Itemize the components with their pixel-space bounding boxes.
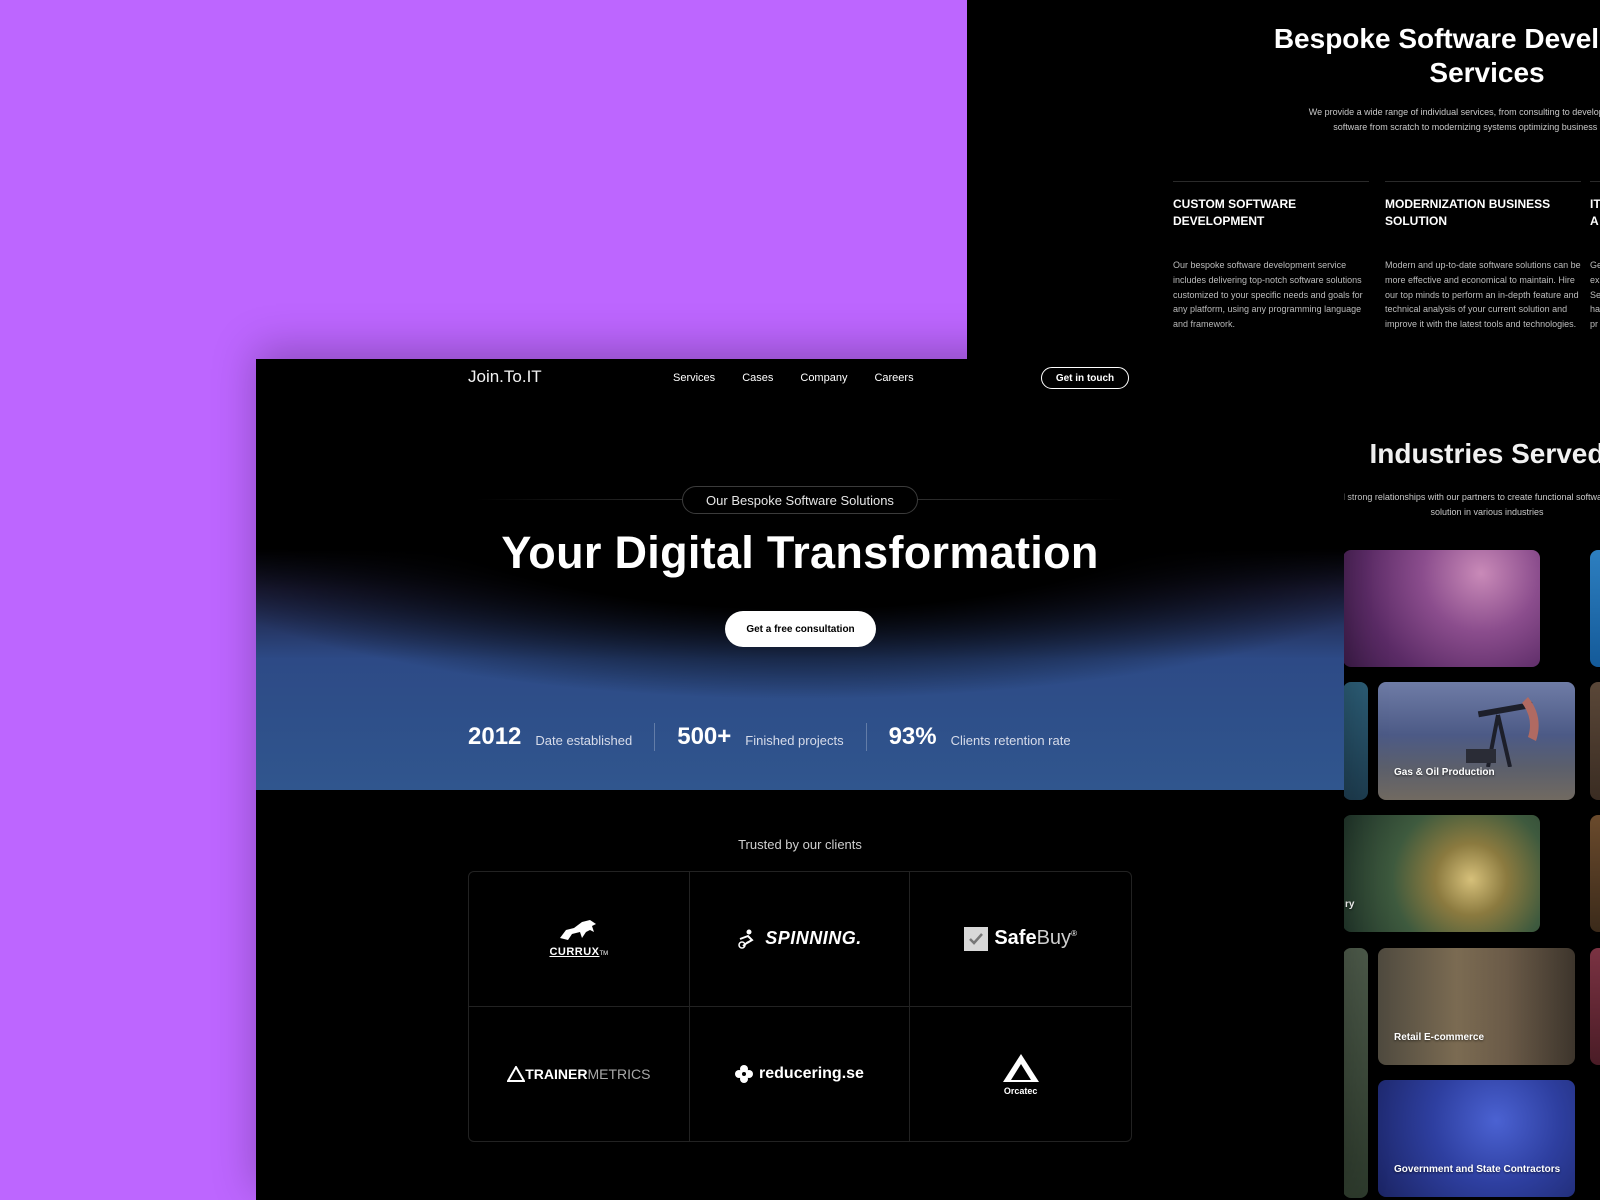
client-cell-currux: CURRUXTM	[469, 872, 690, 1007]
tile-label: ry	[1345, 899, 1355, 910]
clover-icon	[735, 1064, 754, 1083]
metrics-wordmark: METRICS	[587, 1065, 651, 1082]
industry-tile-government[interactable]: Government and State Contractors	[1378, 1080, 1575, 1197]
trainer-wordmark: TRAINER	[525, 1065, 588, 1082]
orcatec-logo: Orcatec	[1001, 1052, 1041, 1096]
trademark: TM	[599, 950, 609, 957]
client-logo-grid: CURRUXTM SPINNING. Safe Buy ® TRAINERMET…	[468, 871, 1132, 1142]
triangle-icon	[507, 1065, 526, 1082]
nav-links: Services Cases Company Careers	[673, 372, 914, 384]
free-consultation-button[interactable]: Get a free consultation	[725, 611, 876, 647]
service-title: Custom Software Development	[1173, 197, 1297, 228]
reducering-logo: reducering.se	[735, 1064, 864, 1083]
service-text: Modern and up-to-date software solutions…	[1385, 260, 1581, 330]
stat-value: 93%	[888, 723, 937, 750]
homepage-preview: Join.To.IT Services Cases Company Career…	[256, 359, 1344, 1200]
client-cell-spinning: SPINNING.	[689, 872, 911, 1007]
stat-value: 2012	[468, 723, 522, 750]
client-cell-trainermetrics: TRAINERMETRICS	[469, 1006, 690, 1141]
nav-link-cases[interactable]: Cases	[742, 372, 773, 384]
horse-icon	[559, 919, 596, 940]
industry-tile-hospitality[interactable]	[1343, 550, 1540, 667]
safebuy-logo: Safe Buy ®	[964, 926, 1077, 951]
industry-tile-partial[interactable]	[1590, 815, 1600, 932]
nav-link-careers[interactable]: Careers	[874, 372, 913, 384]
nav-link-company[interactable]: Company	[800, 372, 847, 384]
safebuy-wordmark-a: Safe	[994, 927, 1037, 950]
tile-label: Government and State Contractors	[1394, 1164, 1561, 1175]
nav-link-services[interactable]: Services	[673, 372, 715, 384]
industry-tile-partial[interactable]	[1590, 948, 1600, 1065]
spinning-wordmark: SPINNING.	[765, 928, 862, 949]
industry-tile-partial[interactable]	[1590, 682, 1600, 800]
service-title: Modernization Business Solution	[1385, 197, 1551, 228]
checkmark-icon	[964, 926, 989, 951]
client-cell-safebuy: Safe Buy ®	[910, 872, 1131, 1007]
service-column-modernization: Modernization Business Solution Modern a…	[1385, 181, 1581, 332]
stat-projects: 500+ Finished projects	[654, 723, 865, 751]
spinning-logo: SPINNING.	[737, 928, 862, 949]
reducering-wordmark: reducering.se	[759, 1064, 864, 1082]
tile-label: Gas & Oil Production	[1394, 767, 1495, 778]
tile-label: Retail E-commerce	[1394, 1032, 1485, 1043]
trusted-heading: Trusted by our clients	[738, 837, 862, 852]
service-column-it: IT A Ge ex m Se ha m pr	[1590, 181, 1600, 332]
service-text: Our bespoke software development service…	[1173, 260, 1363, 330]
service-title: IT A	[1590, 197, 1600, 228]
stats-row: 2012 Date established 500+ Finished proj…	[468, 719, 1132, 755]
industry-tile-partial[interactable]	[1343, 682, 1368, 800]
orcatec-wordmark: Orcatec	[1003, 1085, 1038, 1096]
industry-tile-gas-oil[interactable]: Gas & Oil Production	[1378, 682, 1575, 800]
industry-tile-partial[interactable]	[1590, 550, 1600, 667]
safebuy-wordmark-b: Buy	[1036, 927, 1072, 950]
top-nav: Join.To.IT Services Cases Company Career…	[256, 359, 1344, 399]
currux-wordmark: CURRUX	[549, 945, 600, 958]
registered-mark: ®	[1071, 929, 1077, 939]
industry-tile-food[interactable]: ry	[1343, 815, 1540, 932]
hero-tag: Our Bespoke Software Solutions	[682, 486, 918, 514]
service-text: Ge ex m Se ha m pr	[1590, 260, 1600, 330]
industries-subtitle: We build strong relationships with our p…	[1310, 492, 1600, 517]
services-subtitle: We provide a wide range of individual se…	[1308, 107, 1600, 132]
stat-retention: 93% Clients retention rate	[865, 723, 1093, 751]
oil-pump-icon	[1466, 697, 1539, 767]
stat-label: Date established	[535, 732, 633, 748]
stat-established: 2012 Date established	[468, 723, 654, 751]
service-column-custom: Custom Software Development Our bespoke …	[1173, 181, 1369, 332]
trainermetrics-logo: TRAINERMETRICS	[507, 1065, 651, 1082]
industry-tile-retail[interactable]: Retail E-commerce	[1378, 948, 1575, 1065]
orcatec-triangle-icon	[1002, 1053, 1039, 1082]
brand-logo[interactable]: Join.To.IT	[468, 367, 542, 387]
industry-tile-partial[interactable]	[1343, 948, 1368, 1198]
services-title: Bespoke Software Development Services	[1273, 23, 1600, 88]
client-cell-orcatec: Orcatec	[910, 1007, 1131, 1142]
stat-label: Finished projects	[745, 732, 844, 748]
stat-label: Clients retention rate	[950, 732, 1071, 748]
currux-logo: CURRUXTM	[549, 918, 608, 960]
client-cell-reducering: reducering.se	[690, 1006, 911, 1141]
cyclist-icon	[738, 929, 754, 949]
stat-value: 500+	[677, 723, 732, 750]
get-in-touch-button[interactable]: Get in touch	[1041, 367, 1129, 389]
hero-title: Your Digital Transformation	[501, 527, 1099, 578]
